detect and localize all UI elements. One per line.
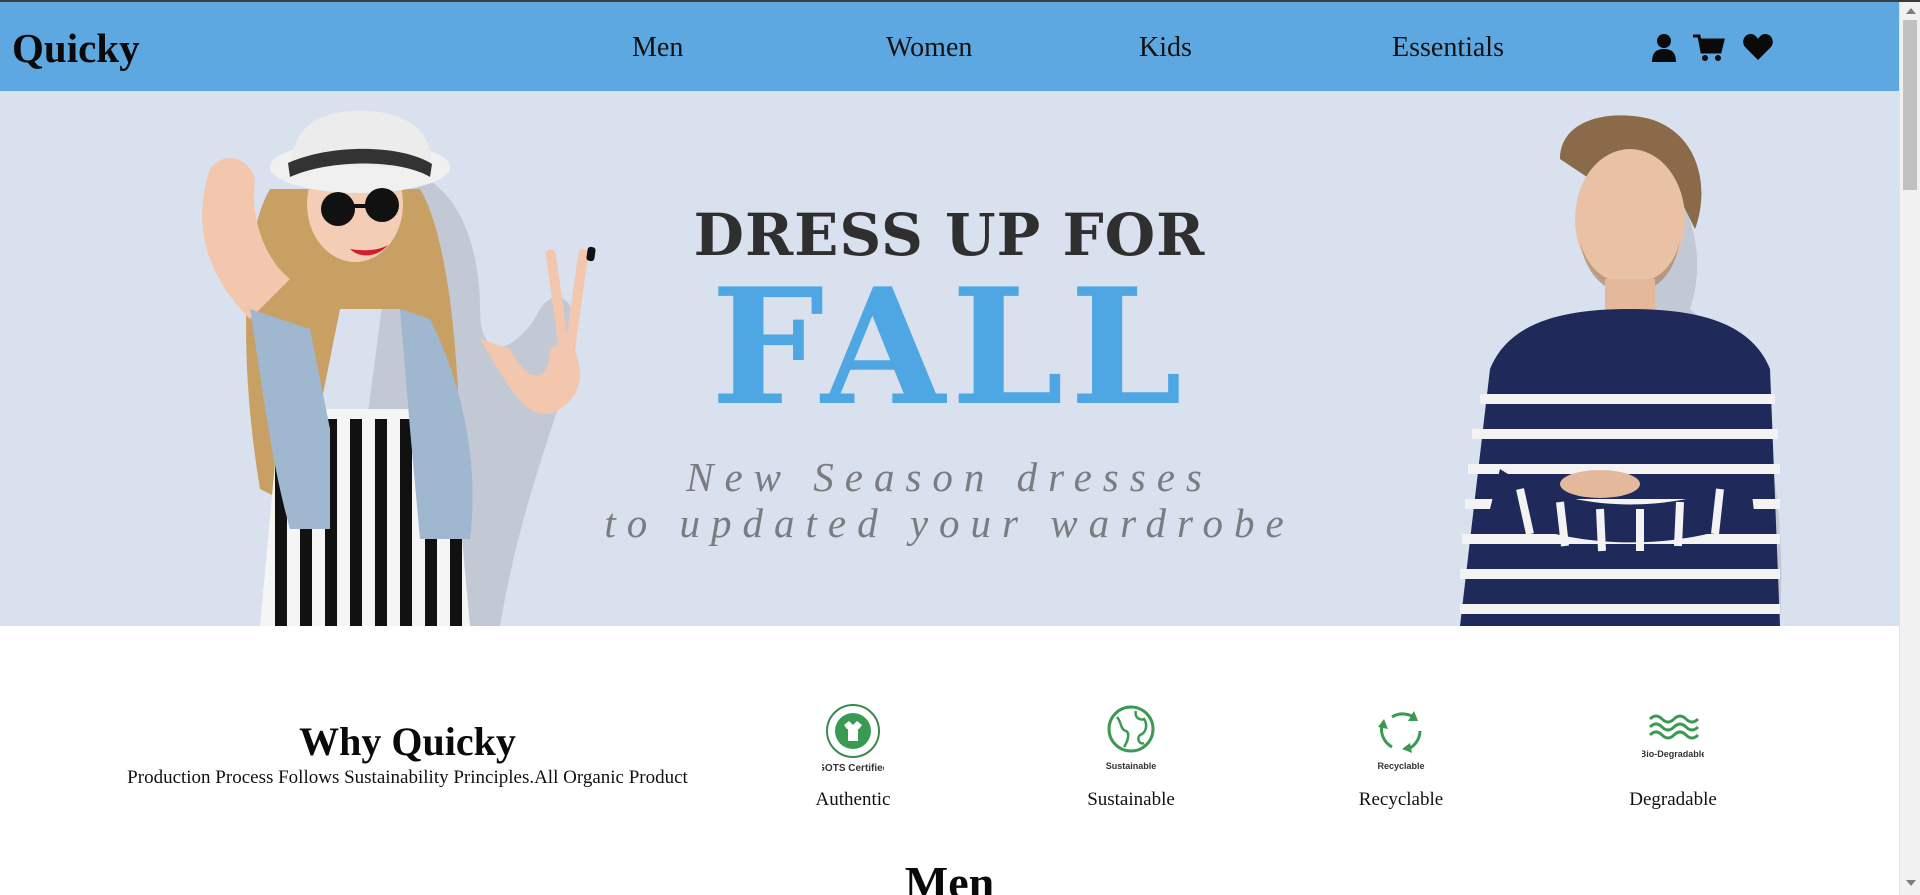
nav-link-men[interactable]: Men <box>632 32 683 64</box>
page: Quicky Men Women Kids Essentials DRESS U… <box>0 0 1899 895</box>
waves-icon: Bio-Degradable <box>1642 714 1704 759</box>
brand-logo[interactable]: Quicky <box>12 24 140 72</box>
why-description: Production Process Follows Sustainabilit… <box>127 767 688 788</box>
feature-authentic: GOTS Certified Authentic <box>753 703 953 811</box>
hero-highlight: FALL <box>710 253 1189 441</box>
hero-subline-2: to updated your wardrobe <box>604 500 1295 546</box>
hero-banner[interactable]: DRESS UP FOR FALL New Season dresses to … <box>0 91 1899 626</box>
scroll-up-arrow-icon[interactable] <box>1906 8 1916 14</box>
section-title-men: Men <box>904 857 995 895</box>
why-title: Why Quicky <box>299 719 516 764</box>
window-top-border <box>0 0 1920 2</box>
cart-icon[interactable] <box>1692 32 1725 64</box>
feature-recyclable: Recyclable Recyclable <box>1301 703 1501 811</box>
gots-certified-icon: GOTS Certified <box>822 704 884 774</box>
scrollbar-thumb[interactable] <box>1903 20 1917 190</box>
nav-link-women[interactable]: Women <box>886 32 972 64</box>
badge-text-recyclable: Recyclable <box>1377 761 1424 771</box>
feature-label: Recyclable <box>1358 789 1444 810</box>
badge-text-degradable: Bio-Degradable <box>1642 749 1704 759</box>
feature-label: Degradable <box>1629 789 1717 810</box>
navbar: Quicky Men Women Kids Essentials <box>0 2 1899 91</box>
hero-text: DRESS UP FOR FALL New Season dresses to … <box>0 91 1899 626</box>
scroll-down-arrow-icon[interactable] <box>1906 880 1916 886</box>
badge-text-sustainable: Sustainable <box>1106 761 1157 771</box>
nav-link-kids[interactable]: Kids <box>1139 32 1192 64</box>
feature-degradable: Bio-Degradable Degradable <box>1573 703 1773 811</box>
heart-icon[interactable] <box>1742 32 1774 64</box>
badge-text-gots: GOTS Certified <box>822 763 884 774</box>
feature-sustainable: Sustainable Sustainable <box>1031 703 1231 811</box>
recycle-icon: Recyclable <box>1377 711 1425 771</box>
vertical-scrollbar[interactable] <box>1899 0 1920 895</box>
globe-icon: Sustainable <box>1106 705 1157 771</box>
user-icon[interactable] <box>1648 32 1680 64</box>
nav-link-essentials[interactable]: Essentials <box>1392 32 1504 64</box>
feature-label: Authentic <box>815 789 891 810</box>
hero-subline-1: New Season dresses <box>686 454 1213 500</box>
feature-label: Sustainable <box>1087 789 1175 810</box>
